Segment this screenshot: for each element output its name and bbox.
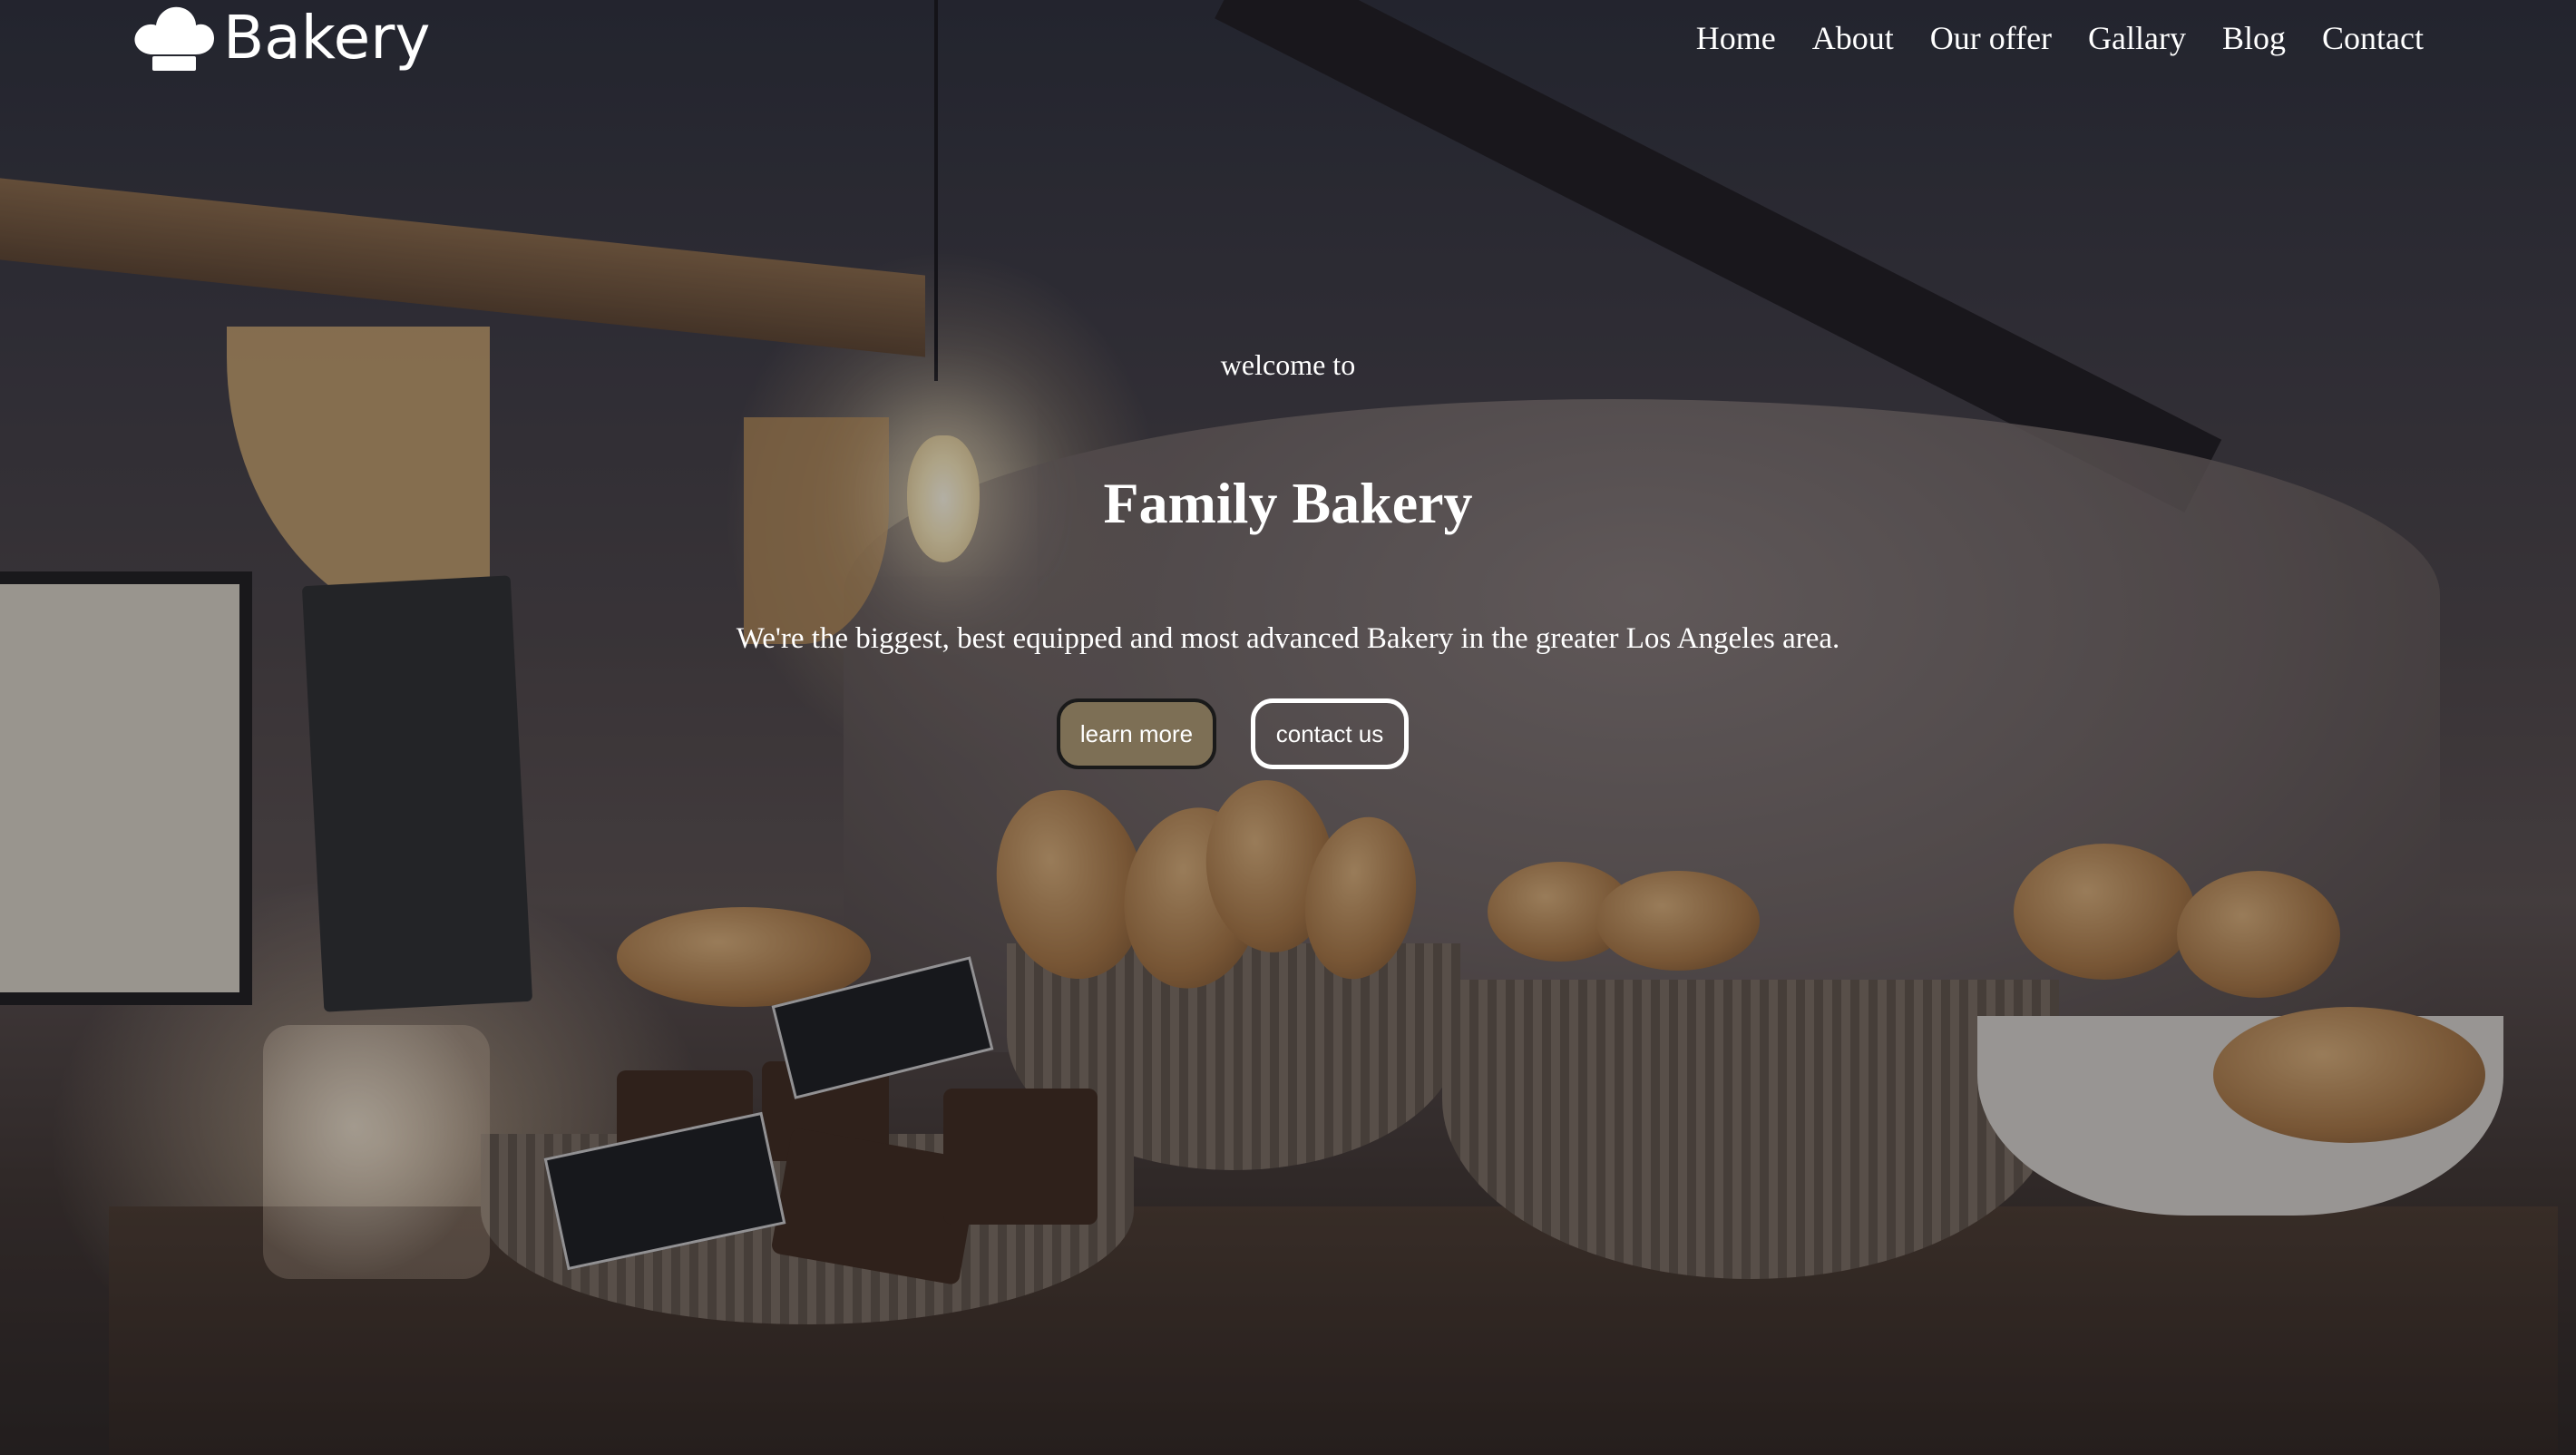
brand-name: Bakery [223, 2, 431, 73]
hero-subtitle: We're the biggest, best equipped and mos… [736, 622, 1840, 655]
learn-more-button[interactable]: learn more [1057, 698, 1216, 769]
welcome-text: welcome to [1220, 348, 1356, 381]
nav-about[interactable]: About [1794, 13, 1912, 63]
nav-blog[interactable]: Blog [2204, 13, 2304, 63]
chef-hat-icon [134, 6, 214, 71]
nav-home[interactable]: Home [1678, 13, 1794, 63]
hero-section: Bakery Home About Our offer Gallary Blog… [0, 0, 2576, 1455]
navbar: Bakery Home About Our offer Gallary Blog… [0, 0, 2576, 82]
main-nav: Home About Our offer Gallary Blog Contac… [1678, 13, 2442, 63]
hero-buttons: learn more contact us [0, 698, 2576, 769]
brand-logo-link[interactable]: Bakery [129, 0, 430, 74]
hero-title: Family Bakery [1103, 471, 1473, 535]
contact-us-button[interactable]: contact us [1251, 698, 1409, 769]
nav-our-offer[interactable]: Our offer [1912, 13, 2070, 63]
nav-gallary[interactable]: Gallary [2070, 13, 2204, 63]
nav-contact[interactable]: Contact [2304, 13, 2442, 63]
